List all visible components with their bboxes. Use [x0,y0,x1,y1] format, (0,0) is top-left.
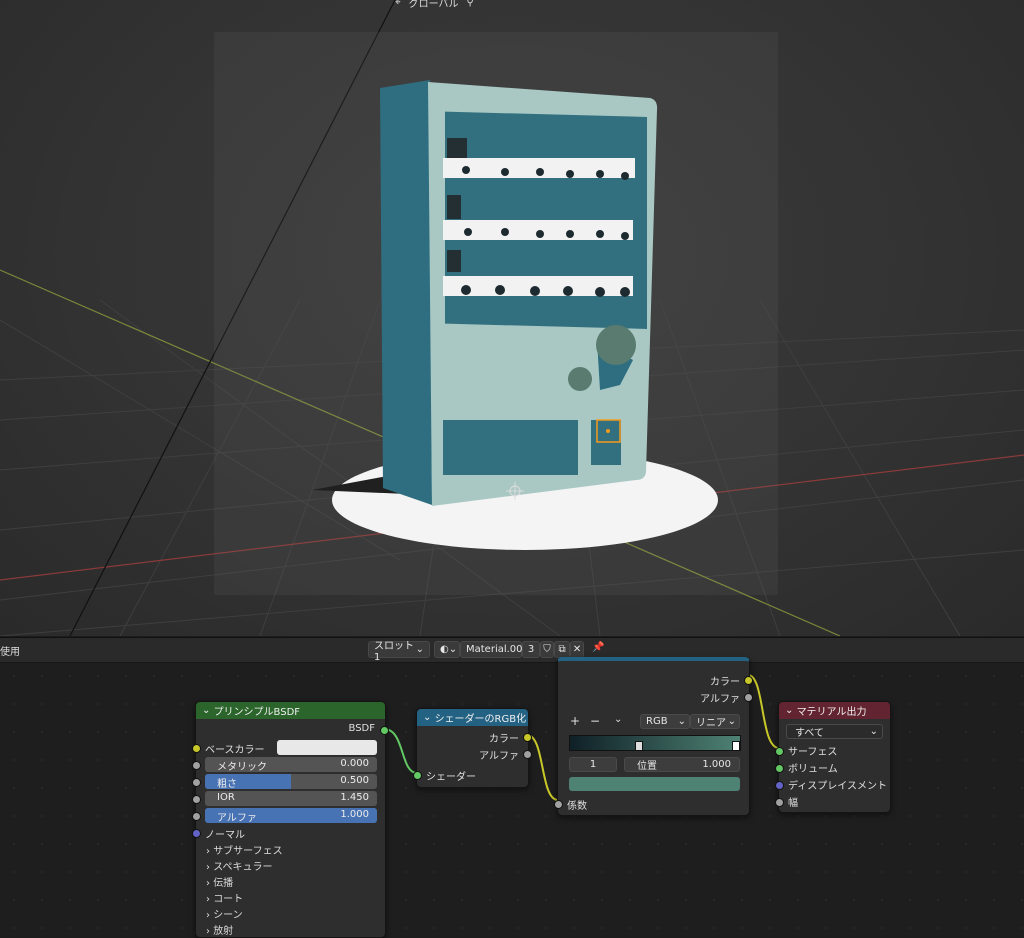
target-dropdown[interactable]: すべて ⌄ [786,724,883,739]
alpha-output-socket[interactable] [523,750,532,759]
field-label: アルファ [217,813,257,823]
panel-specular[interactable]: › スペキュラー [206,858,273,873]
chevron-down-icon: ⌄ [785,705,797,716]
node-header[interactable]: ⌄ マテリアル出力 [779,702,890,719]
surface-label: サーフェス [788,747,838,758]
panel-label: シーン [213,910,243,921]
shader-input-socket[interactable] [413,771,422,780]
color-mode-dropdown[interactable]: RGB ⌄ [640,714,690,729]
stop-index-value: 1 [589,759,597,770]
alpha-output-label: アルファ [700,694,740,705]
chevron-down-icon[interactable]: ⌄ [614,714,622,725]
chevron-down-icon: ⌄ [423,712,435,723]
bsdf-output-socket[interactable] [380,726,389,735]
shader-to-rgb-node[interactable]: ⌄ シェーダーのRGB化 カラー アルファ シェーダー [413,708,532,788]
snap-icon[interactable]: ⚲ [467,0,474,8]
metallic-field[interactable]: メタリック 0.000 [205,757,377,772]
shader-editor[interactable]: 使用 スロット1 ⌄ ◐ ⌄ Material.003 3 ⛉ ⧉ ✕ 📌 ⌄ プ… [0,637,1024,938]
field-label: IOR [217,792,235,803]
alpha-output-socket[interactable] [744,693,753,702]
base-color-label: ベースカラー [205,745,265,756]
displacement-socket[interactable] [775,781,784,790]
interpolation-value: リニア [696,718,726,729]
remove-stop-button[interactable]: − [590,714,600,728]
principled-bsdf-node[interactable]: ⌄ プリンシプルBSDF BSDF ベースカラー メタリック 0.000 粗さ … [192,701,389,938]
alpha-socket[interactable] [192,812,201,821]
panel-transmission[interactable]: › 伝播 [206,874,233,889]
ior-field[interactable]: IOR 1.450 [205,791,377,806]
field-label: メタリック [217,762,267,772]
stop-index-field[interactable]: 1 [569,757,617,772]
node-header[interactable]: ⌄ シェーダーのRGB化 [417,709,528,726]
metallic-socket[interactable] [192,761,201,770]
panel-label: スペキュラー [213,862,273,873]
node-title: シェーダーのRGB化 [434,714,527,725]
volume-socket[interactable] [775,764,784,773]
factor-input-label: 係数 [567,801,587,812]
chevron-down-icon: ⌄ [202,705,214,716]
panel-sheen[interactable]: › シーン [206,906,243,921]
target-value: すべて [795,728,824,739]
field-value: 0.000 [340,758,369,769]
color-ramp-bar[interactable] [569,735,741,751]
field-value: 1.000 [340,809,369,820]
color-output-socket[interactable] [523,733,532,742]
normal-socket[interactable] [192,829,201,838]
node-title: マテリアル出力 [796,707,867,718]
viewport-scene [0,0,1024,636]
color-ramp-node[interactable]: カラー アルファ + − ⌄ RGB ⌄ リニア ⌄ 1 位置 1.000 係数 [554,657,753,816]
base-color-socket[interactable] [192,744,201,753]
material-output-node[interactable]: ⌄ マテリアル出力 すべて ⌄ サーフェス ボリューム ディスプレイスメント 幅 [775,701,891,813]
chevron-down-icon: ⌄ [677,716,686,727]
roughness-field[interactable]: 粗さ 0.500 [205,774,377,789]
color-mode-value: RGB [646,716,668,727]
stop-position-field[interactable]: 位置 1.000 [624,757,740,772]
node-header[interactable]: ⌄ プリンシプルBSDF [196,702,385,719]
base-color-swatch[interactable] [277,740,377,755]
factor-input-socket[interactable] [554,800,563,809]
chevron-down-icon: ⌄ [727,716,736,727]
panel-subsurface[interactable]: › サブサーフェス [206,842,283,857]
thickness-label: 幅 [788,798,798,809]
position-value: 1.000 [702,759,731,770]
color-output-label: カラー [710,677,740,688]
color-output-label: カラー [489,734,519,745]
panel-coat[interactable]: › コート [206,890,243,905]
panel-label: コート [213,894,244,905]
alpha-output-label: アルファ [479,751,519,762]
ramp-stop-handle[interactable] [635,741,643,751]
panel-label: 伝播 [213,878,234,889]
viewport-header: ⌖ グローバル ⚲ [395,0,474,10]
transform-orientation-icon[interactable]: ⌖ [395,0,401,8]
orientation-dropdown[interactable]: グローバル [409,0,459,10]
field-value: 0.500 [340,775,369,786]
node-title: プリンシプルBSDF [213,707,301,718]
shader-input-label: シェーダー [426,772,476,783]
thickness-socket[interactable] [775,798,784,807]
ramp-stop-handle-active[interactable] [732,741,740,751]
3d-viewport[interactable]: ⌖ グローバル ⚲ [0,0,1024,636]
stop-color-swatch[interactable] [569,777,740,791]
volume-label: ボリューム [788,764,838,775]
position-label: 位置 [637,761,657,772]
surface-socket[interactable] [775,747,784,756]
color-output-socket[interactable] [744,676,753,685]
vending-machine [380,80,658,506]
field-label: 粗さ [217,779,237,789]
chevron-down-icon: ⌄ [869,726,878,737]
normal-label: ノーマル [205,830,245,841]
displacement-label: ディスプレイスメント [788,781,887,792]
panel-label: 放射 [213,926,234,937]
ior-socket[interactable] [192,795,201,804]
interpolation-dropdown[interactable]: リニア ⌄ [690,714,740,729]
field-value: 1.450 [340,792,369,803]
bsdf-output-label: BSDF [348,723,375,734]
add-stop-button[interactable]: + [570,714,580,728]
roughness-socket[interactable] [192,778,201,787]
alpha-field[interactable]: アルファ 1.000 [205,808,377,823]
panel-label: サブサーフェス [213,846,283,857]
